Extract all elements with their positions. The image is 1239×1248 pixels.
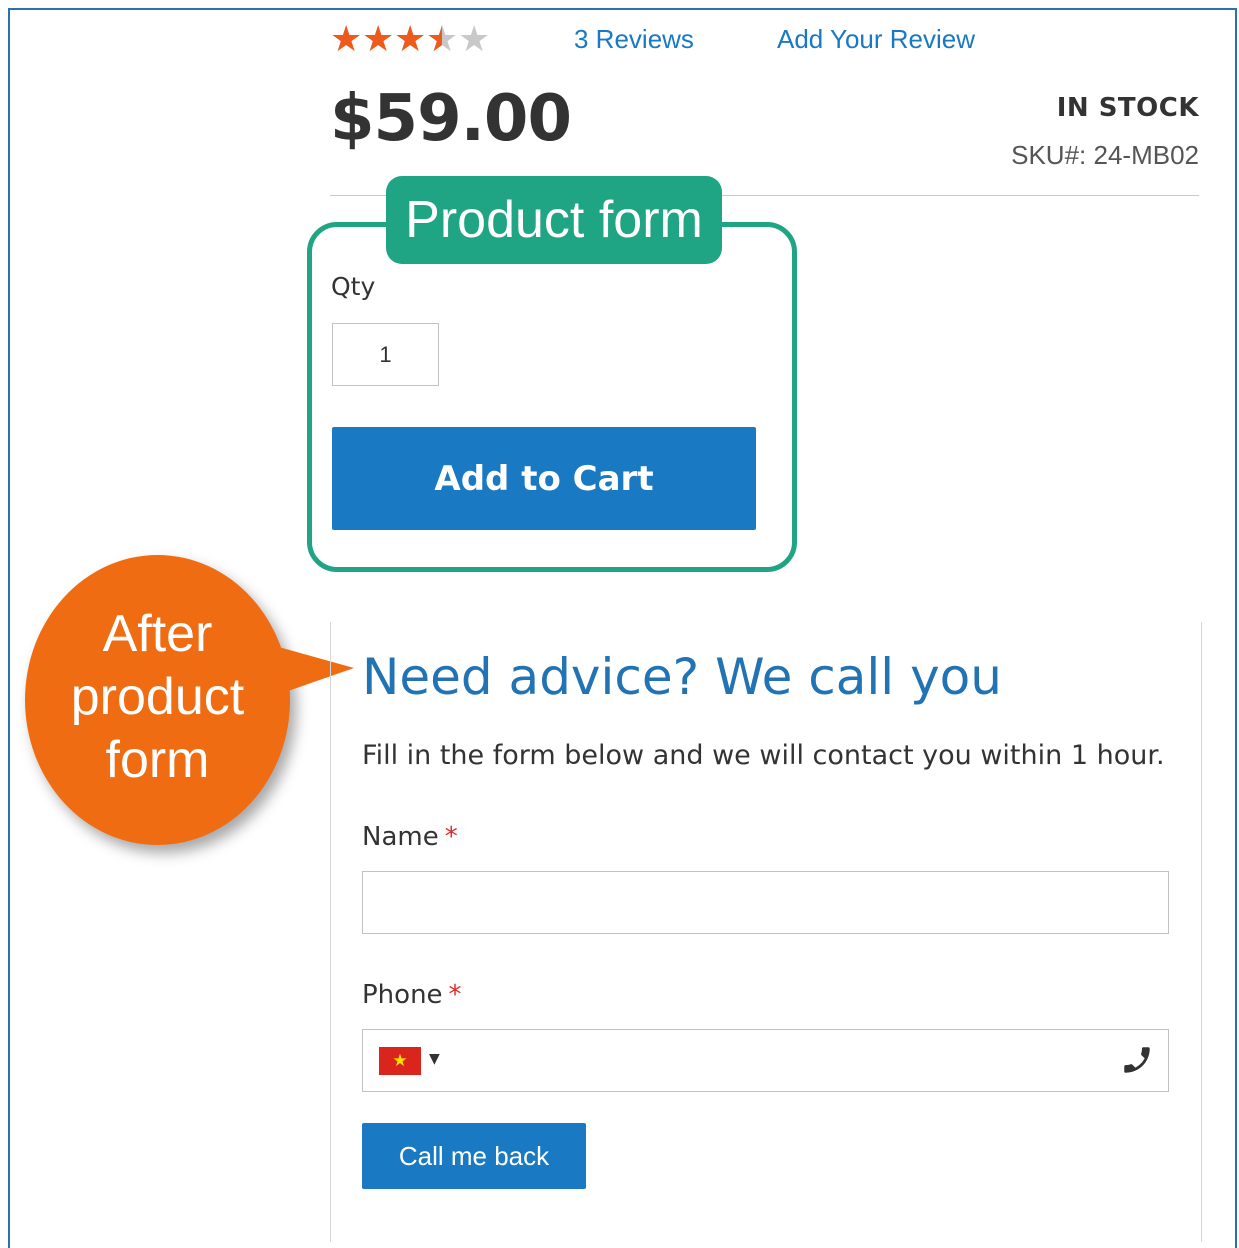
star-icon: ★ (330, 19, 363, 60)
star-icon: ★ (394, 19, 427, 60)
chevron-down-icon[interactable]: ▼ (429, 1051, 440, 1067)
add-to-cart-button[interactable]: Add to Cart (332, 427, 756, 530)
name-input[interactable] (362, 871, 1169, 934)
phone-label-text: Phone (362, 980, 443, 1010)
phone-icon (1124, 1047, 1150, 1073)
rating-stars: ★ ★ ★ ★ ★ (330, 19, 491, 60)
callout-line: After (102, 605, 213, 663)
phone-label: Phone * (362, 980, 462, 1010)
widget-title: Need advice? We call you (362, 648, 1002, 706)
callout-text: After product form (25, 603, 290, 792)
call-me-back-button[interactable]: Call me back (362, 1123, 586, 1189)
callout-line: form (105, 731, 210, 789)
qty-input[interactable] (332, 323, 439, 386)
vietnam-flag-icon[interactable]: ★ (379, 1047, 421, 1075)
half-star-icon: ★ (426, 22, 458, 59)
product-sku: SKU#: 24-MB02 (1011, 140, 1199, 170)
star-icon: ★ (362, 19, 395, 60)
stock-status: IN STOCK (1056, 93, 1199, 123)
phone-input[interactable]: ★ ▼ (362, 1029, 1169, 1092)
callout-line: product (70, 668, 245, 726)
name-label-text: Name (362, 822, 439, 852)
required-marker: * (444, 822, 458, 852)
empty-star-icon: ★ (458, 19, 491, 60)
product-price: $59.00 (330, 82, 572, 156)
product-form-annotation: Product form (386, 176, 722, 264)
add-review-link[interactable]: Add Your Review (777, 24, 975, 55)
widget-description: Fill in the form below and we will conta… (362, 740, 1165, 771)
required-marker: * (448, 980, 462, 1010)
name-label: Name * (362, 822, 458, 852)
reviews-link[interactable]: 3 Reviews (574, 24, 694, 55)
qty-label: Qty (331, 272, 376, 301)
